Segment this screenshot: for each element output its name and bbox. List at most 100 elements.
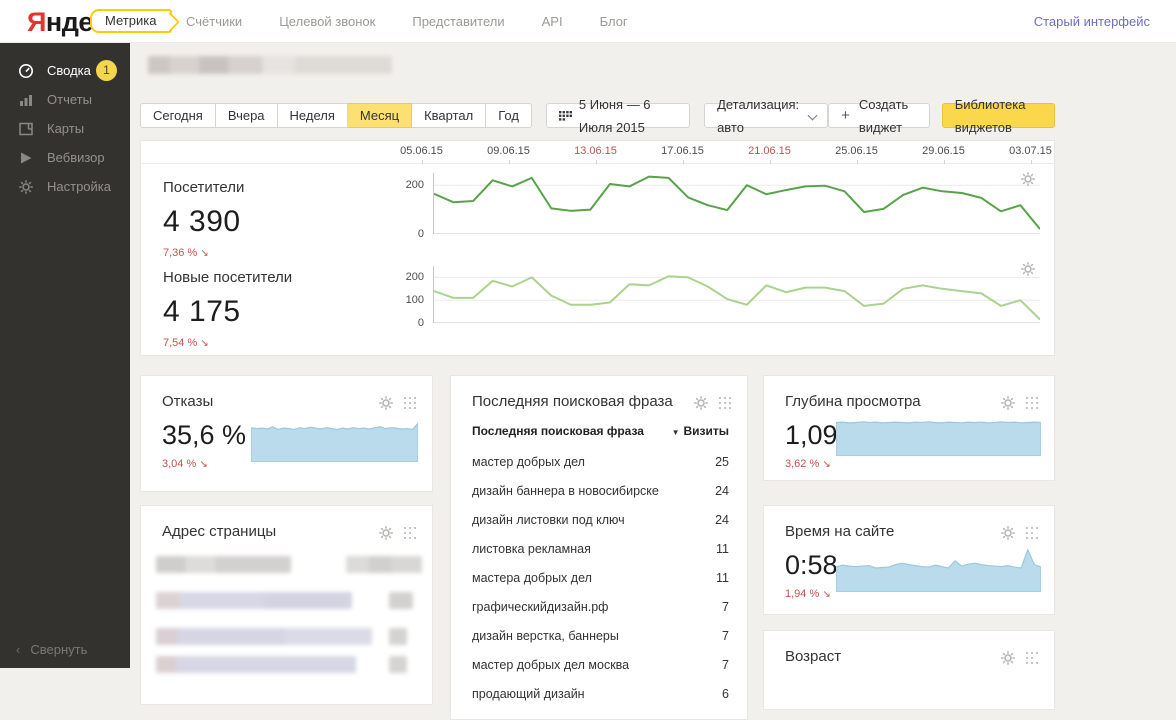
redacted-url-row	[156, 592, 352, 609]
gear-icon[interactable]	[378, 525, 394, 541]
date-tick-weekend: 13.06.15	[568, 141, 623, 164]
visitors-chart	[433, 173, 1040, 234]
calendar-icon	[558, 110, 572, 121]
sidebar-item-maps[interactable]: Карты	[0, 114, 130, 143]
gauge-icon	[18, 63, 34, 79]
metrika-product-tab[interactable]: Метрика	[90, 9, 173, 33]
new-visitors-change: 7,54 % ↘	[163, 337, 209, 349]
redacted-value	[346, 556, 422, 573]
overview-chart-card: 05.06.15 09.06.15 13.06.15 17.06.15 21.0…	[140, 140, 1055, 356]
period-year-button[interactable]: Год	[486, 103, 532, 128]
search-phrases-widget: Последняя поисковая фраза Последняя поис…	[450, 375, 748, 720]
nav-item-blog[interactable]: Блог	[600, 14, 628, 29]
chevron-left-icon: ‹	[16, 642, 21, 657]
widget-library-button[interactable]: Библиотека виджетов	[941, 97, 1055, 135]
visitors-title: Посетители	[163, 179, 245, 196]
sidebar-item-settings[interactable]: Настройка	[0, 172, 130, 201]
bar-chart-icon	[18, 92, 34, 108]
table-row: продающий дизайн 6	[472, 686, 729, 701]
old-interface-link[interactable]: Старый интерфейс	[1034, 14, 1150, 29]
depth-title: Глубина просмотра	[785, 393, 921, 410]
age-title: Возраст	[785, 648, 842, 665]
time-on-site-value: 0:58	[785, 550, 838, 580]
table-row: дизайн листовки под ключ 24	[472, 512, 729, 527]
summary-badge: 1	[96, 60, 117, 81]
drag-handle-icon[interactable]	[1026, 397, 1038, 409]
new-visitors-value: 4 175	[163, 295, 241, 328]
date-tick: 17.06.15	[655, 141, 710, 164]
new-visitors-title: Новые посетители	[163, 269, 293, 286]
period-yesterday-button[interactable]: Вчера	[215, 103, 278, 128]
new-visitors-y-axis: 0 100 200	[405, 271, 424, 329]
trend-down-icon: ↘	[822, 589, 831, 600]
redacted-value	[389, 592, 413, 609]
period-quarter-button[interactable]: Квартал	[412, 103, 487, 128]
nav-item-target-call[interactable]: Целевой звонок	[279, 14, 375, 29]
period-today-button[interactable]: Сегодня	[140, 103, 216, 128]
depth-sparkline	[836, 420, 1041, 456]
bounce-title: Отказы	[162, 393, 214, 410]
date-tick: 05.06.15	[394, 141, 449, 164]
bounce-widget: Отказы 35,6 % 3,04 % ↘	[140, 375, 433, 492]
table-row: дизайн баннера в новосибирске 24	[472, 483, 729, 498]
redacted-value	[389, 656, 407, 673]
table-row: графическийдизайн.рф 7	[472, 599, 729, 614]
new-visitors-widget-gear-icon[interactable]	[1020, 261, 1036, 277]
gear-icon[interactable]	[1000, 650, 1016, 666]
trend-down-icon: ↘	[200, 248, 209, 259]
chevron-down-icon	[808, 109, 815, 118]
sidebar-item-reports[interactable]: Отчеты	[0, 85, 130, 114]
visitors-change: 7,36 % ↘	[163, 247, 209, 259]
redacted-url-row	[156, 656, 356, 673]
date-range-button[interactable]: 5 Июня — 6 Июля 2015	[545, 97, 691, 135]
counter-name-redacted	[148, 56, 392, 74]
date-tick: 25.06.15	[829, 141, 884, 164]
bounce-sparkline	[251, 418, 418, 462]
drag-handle-icon[interactable]	[404, 527, 416, 539]
top-header: Яндекс Метрика Счётчики Целевой звонок П…	[0, 0, 1176, 43]
create-widget-button[interactable]: + Создать виджет	[828, 97, 930, 135]
gear-icon[interactable]	[1000, 525, 1016, 541]
sidebar-item-summary[interactable]: Сводка 1	[0, 56, 130, 85]
trend-down-icon: ↘	[199, 459, 208, 470]
gear-icon[interactable]	[693, 395, 709, 411]
depth-widget: Глубина просмотра 1,09 3,62 % ↘	[763, 375, 1055, 481]
sidebar-item-webvisor[interactable]: Вебвизор	[0, 143, 130, 172]
redacted-url-header	[156, 556, 291, 573]
drag-handle-icon[interactable]	[404, 397, 416, 409]
nav-item-api[interactable]: API	[542, 14, 563, 29]
nav-item-counters[interactable]: Счётчики	[186, 14, 242, 29]
depth-change: 3,62 % ↘	[785, 458, 831, 470]
toolbar: Сегодня Вчера Неделя Месяц Квартал Год 5…	[140, 97, 1055, 135]
sidebar-collapse-button[interactable]: ‹ Свернуть	[16, 642, 87, 657]
table-row: мастер добрых дел москва 7	[472, 657, 729, 672]
nav-item-representatives[interactable]: Представители	[412, 14, 504, 29]
column-header-phrase: Последняя поисковая фраза	[472, 424, 644, 438]
plus-icon: +	[841, 107, 850, 124]
period-week-button[interactable]: Неделя	[277, 103, 348, 128]
visitors-value: 4 390	[163, 205, 241, 238]
detalization-dropdown[interactable]: Детализация: авто	[704, 97, 829, 135]
date-tick: 03.07.15	[1003, 141, 1058, 164]
redacted-value	[389, 628, 407, 645]
new-visitors-metric: Новые посетители 4 175 7,54 % ↘	[163, 269, 292, 349]
table-row: мастера добрых дел 11	[472, 570, 729, 585]
page-url-title: Адрес страницы	[162, 523, 277, 540]
visitors-widget-gear-icon[interactable]	[1020, 171, 1036, 187]
gear-icon[interactable]	[378, 395, 394, 411]
period-month-button[interactable]: Месяц	[347, 103, 413, 128]
trend-down-icon: ↘	[822, 459, 831, 470]
header-nav: Счётчики Целевой звонок Представители AP…	[186, 0, 628, 42]
new-visitors-chart	[433, 266, 1040, 323]
table-row: мастер добрых дел 25	[472, 454, 729, 469]
date-axis: 05.06.15 09.06.15 13.06.15 17.06.15 21.0…	[141, 141, 1054, 164]
visitors-metric: Посетители 4 390 7,36 % ↘	[163, 179, 244, 259]
drag-handle-icon[interactable]	[1026, 652, 1038, 664]
drag-handle-icon[interactable]	[719, 397, 731, 409]
gear-icon[interactable]	[1000, 395, 1016, 411]
column-header-visits[interactable]: ▼ Визиты	[672, 424, 729, 438]
gear-icon	[18, 179, 34, 195]
trend-down-icon: ↘	[200, 338, 209, 349]
date-tick: 09.06.15	[481, 141, 536, 164]
drag-handle-icon[interactable]	[1026, 527, 1038, 539]
